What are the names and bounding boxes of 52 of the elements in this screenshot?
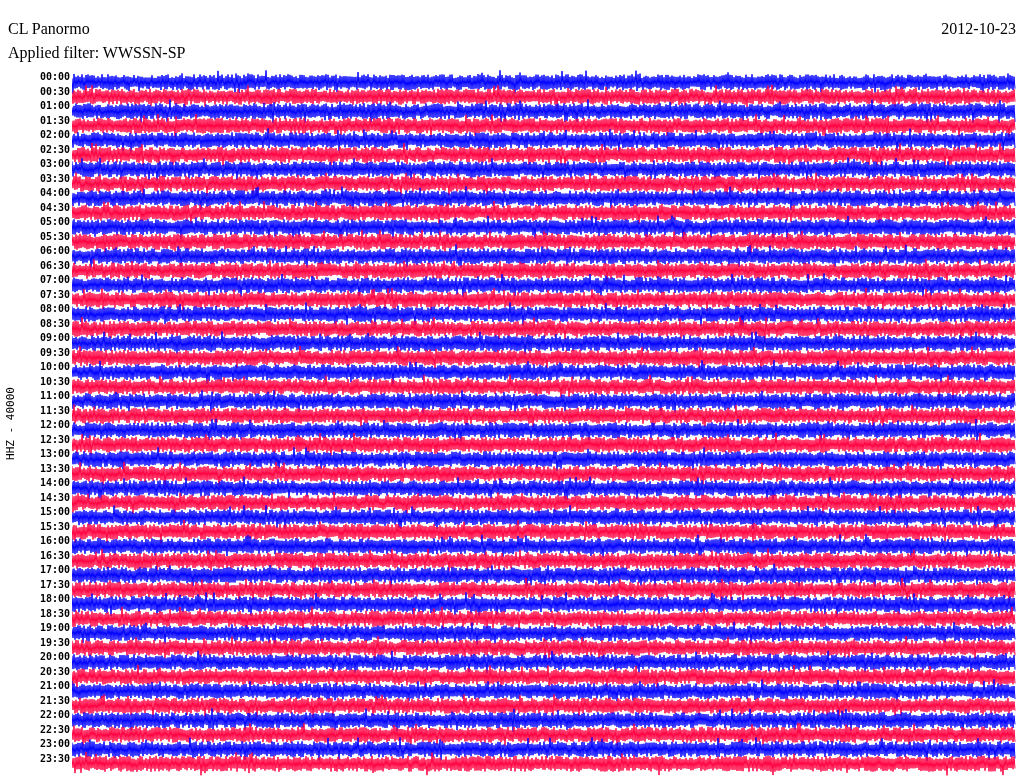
time-label: 00:00 bbox=[39, 70, 70, 84]
time-label: 20:30 bbox=[39, 664, 70, 679]
time-label: 21:00 bbox=[39, 679, 70, 693]
time-label: 18:00 bbox=[39, 592, 70, 606]
time-label: 09:00 bbox=[39, 331, 70, 345]
time-label: 02:00 bbox=[39, 128, 70, 142]
time-label: 17:00 bbox=[39, 563, 70, 577]
time-label: 03:00 bbox=[39, 157, 70, 171]
time-label: 10:00 bbox=[39, 360, 70, 374]
time-label: 22:30 bbox=[39, 722, 70, 737]
time-label: 13:30 bbox=[39, 461, 70, 476]
time-label: 08:30 bbox=[39, 316, 70, 331]
time-label: 17:30 bbox=[39, 577, 70, 592]
time-label: 02:30 bbox=[39, 142, 70, 157]
time-label: 14:30 bbox=[39, 490, 70, 505]
time-label: 23:00 bbox=[39, 737, 70, 751]
time-label: 11:30 bbox=[39, 403, 70, 418]
time-label: 19:00 bbox=[39, 621, 70, 635]
time-label: 20:00 bbox=[39, 650, 70, 664]
time-label: 03:30 bbox=[39, 171, 70, 186]
time-label: 06:30 bbox=[39, 258, 70, 273]
station-name: CL Panormo bbox=[8, 20, 90, 38]
time-label: 01:00 bbox=[39, 99, 70, 113]
time-label: 14:00 bbox=[39, 476, 70, 490]
time-label: 11:00 bbox=[39, 389, 70, 403]
time-label: 05:00 bbox=[39, 215, 70, 229]
time-label: 21:30 bbox=[39, 693, 70, 708]
time-label: 19:30 bbox=[39, 635, 70, 650]
time-label: 16:00 bbox=[39, 534, 70, 548]
channel-axis-label: HHZ - 40000 bbox=[3, 386, 17, 460]
time-label: 18:30 bbox=[39, 606, 70, 621]
time-label: 13:00 bbox=[39, 447, 70, 461]
time-label: 12:00 bbox=[39, 418, 70, 432]
time-label: 23:30 bbox=[39, 751, 70, 766]
filter-label: Applied filter: WWSSN-SP bbox=[7, 43, 187, 62]
time-label: 04:00 bbox=[39, 186, 70, 200]
time-label: 12:30 bbox=[39, 432, 70, 447]
time-label: 05:30 bbox=[39, 229, 70, 244]
time-label: 00:30 bbox=[39, 84, 70, 99]
time-label: 09:30 bbox=[39, 345, 70, 360]
time-label: 15:00 bbox=[39, 505, 70, 519]
time-label: 06:00 bbox=[39, 244, 70, 258]
time-label: 08:00 bbox=[39, 302, 70, 316]
time-label: 10:30 bbox=[39, 374, 70, 389]
time-label: 22:00 bbox=[39, 708, 70, 722]
time-label: 04:30 bbox=[39, 200, 70, 215]
time-label: 07:00 bbox=[39, 273, 70, 287]
plot-date: 2012-10-23 bbox=[941, 20, 1016, 38]
time-label: 16:30 bbox=[39, 548, 70, 563]
time-label: 01:30 bbox=[39, 113, 70, 128]
time-label: 15:30 bbox=[39, 519, 70, 534]
time-label: 07:30 bbox=[39, 287, 70, 302]
